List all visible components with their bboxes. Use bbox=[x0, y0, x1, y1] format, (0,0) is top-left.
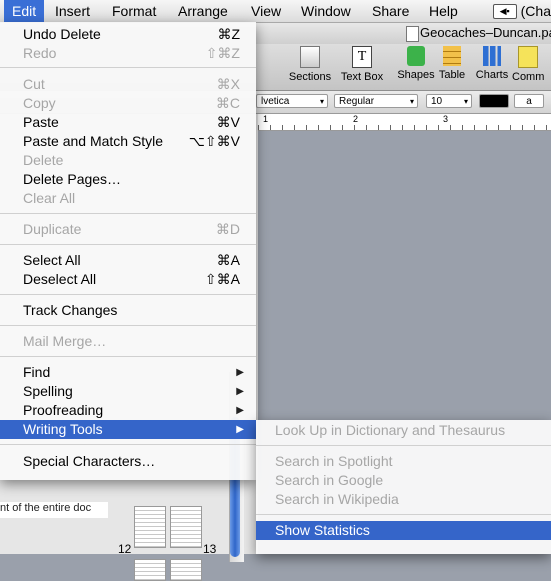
page-thumbnail[interactable] bbox=[170, 559, 202, 581]
menu-window[interactable]: Window bbox=[293, 0, 359, 22]
menu-separator bbox=[0, 244, 256, 245]
menu-item-paste-and-match-style[interactable]: Paste and Match Style ⌥⇧⌘V bbox=[0, 132, 256, 151]
submenu-arrow-icon: ▶ bbox=[236, 367, 244, 378]
menu-item-spelling[interactable]: Spelling ▶ bbox=[0, 382, 256, 401]
submenu-arrow-icon: ▶ bbox=[236, 405, 244, 416]
input-menu-icon[interactable]: ◀▪ bbox=[492, 3, 517, 19]
ruler-number: 3 bbox=[443, 114, 449, 124]
menu-share[interactable]: Share bbox=[364, 0, 417, 22]
menu-item-mail-merge[interactable]: Mail Merge… bbox=[0, 332, 256, 351]
menu-insert[interactable]: Insert bbox=[47, 0, 98, 22]
text-box-button[interactable]: T Text Box bbox=[334, 46, 390, 83]
menu-item-show-statistics[interactable]: Show Statistics bbox=[256, 521, 551, 540]
menu-item-delete[interactable]: Delete bbox=[0, 151, 256, 170]
text-background-button[interactable]: a bbox=[514, 94, 544, 108]
page-thumbnail[interactable] bbox=[170, 506, 202, 548]
menu-item-find[interactable]: Find ▶ bbox=[0, 363, 256, 382]
text-color-well[interactable] bbox=[479, 94, 509, 108]
menu-item-redo[interactable]: Redo ⇧⌘Z bbox=[0, 44, 256, 63]
charts-icon bbox=[483, 46, 501, 66]
sections-icon bbox=[300, 46, 320, 68]
menu-item-writing-tools[interactable]: Writing Tools ▶ bbox=[0, 420, 256, 439]
menu-item-special-characters[interactable]: Special Characters… bbox=[0, 452, 256, 471]
menu-format[interactable]: Format bbox=[104, 0, 164, 22]
menu-item-search-spotlight[interactable]: Search in Spotlight bbox=[256, 452, 551, 471]
menu-separator bbox=[0, 294, 256, 295]
font-style-popup[interactable]: Regular ▾ bbox=[334, 94, 418, 108]
menu-item-search-google[interactable]: Search in Google bbox=[256, 471, 551, 490]
status-text: (Cha bbox=[520, 3, 551, 19]
menu-item-deselect-all[interactable]: Deselect All ⇧⌘A bbox=[0, 270, 256, 289]
menu-item-look-up-dictionary[interactable]: Look Up in Dictionary and Thesaurus bbox=[256, 421, 551, 440]
horizontal-ruler[interactable]: 1 2 3 bbox=[258, 114, 551, 131]
menu-view[interactable]: View bbox=[243, 0, 289, 22]
window-title: Geocaches–Duncan.pa bbox=[420, 25, 551, 40]
menu-separator bbox=[0, 67, 256, 68]
shapes-icon bbox=[407, 46, 425, 66]
menu-separator bbox=[0, 213, 256, 214]
page-thumbnail[interactable] bbox=[134, 559, 166, 581]
menu-item-cut[interactable]: Cut ⌘X bbox=[0, 75, 256, 94]
menu-item-track-changes[interactable]: Track Changes bbox=[0, 301, 256, 320]
menu-arrange[interactable]: Arrange bbox=[170, 0, 236, 22]
menu-item-duplicate[interactable]: Duplicate ⌘D bbox=[0, 220, 256, 239]
document-icon bbox=[406, 26, 419, 42]
menu-separator bbox=[256, 514, 551, 515]
menu-separator bbox=[0, 325, 256, 326]
menu-item-select-all[interactable]: Select All ⌘A bbox=[0, 251, 256, 270]
document-text: nt of the entire doc bbox=[0, 502, 108, 518]
menu-item-clear-all[interactable]: Clear All bbox=[0, 189, 256, 208]
menu-item-undo-delete[interactable]: Undo Delete ⌘Z bbox=[0, 25, 256, 44]
submenu-arrow-icon: ▶ bbox=[236, 386, 244, 397]
font-family-popup[interactable]: lvetica ▾ bbox=[256, 94, 328, 108]
menu-separator bbox=[0, 356, 256, 357]
menu-edit[interactable]: Edit bbox=[4, 0, 45, 22]
writing-tools-submenu: Look Up in Dictionary and Thesaurus Sear… bbox=[256, 420, 551, 554]
ruler-number: 1 bbox=[263, 114, 269, 124]
menu-item-search-wikipedia[interactable]: Search in Wikipedia bbox=[256, 490, 551, 509]
menu-help[interactable]: Help bbox=[421, 0, 466, 22]
menubar-status: ◀▪ (Cha bbox=[492, 3, 551, 19]
ruler-number: 2 bbox=[353, 114, 359, 124]
edit-menu: Undo Delete ⌘Z Redo ⇧⌘Z Cut ⌘X Copy ⌘C Paste… bbox=[0, 22, 256, 480]
table-icon bbox=[443, 46, 461, 66]
menu-bar: Edit Insert Format Arrange View Window S… bbox=[0, 0, 551, 23]
menu-item-paste[interactable]: Paste ⌘V bbox=[0, 113, 256, 132]
font-size-popup[interactable]: 10 ▾ bbox=[426, 94, 472, 108]
menu-item-proofreading[interactable]: Proofreading ▶ bbox=[0, 401, 256, 420]
sections-button[interactable]: Sections bbox=[282, 46, 338, 83]
text-box-icon: T bbox=[352, 46, 372, 68]
comment-button[interactable]: Comm bbox=[512, 46, 551, 83]
page-thumbnail[interactable] bbox=[134, 506, 166, 548]
menu-separator bbox=[0, 444, 256, 445]
menu-item-delete-pages[interactable]: Delete Pages… bbox=[0, 170, 256, 189]
menu-separator bbox=[256, 445, 551, 446]
comment-icon bbox=[518, 46, 538, 68]
menu-item-copy[interactable]: Copy ⌘C bbox=[0, 94, 256, 113]
submenu-arrow-icon: ▶ bbox=[236, 424, 244, 435]
